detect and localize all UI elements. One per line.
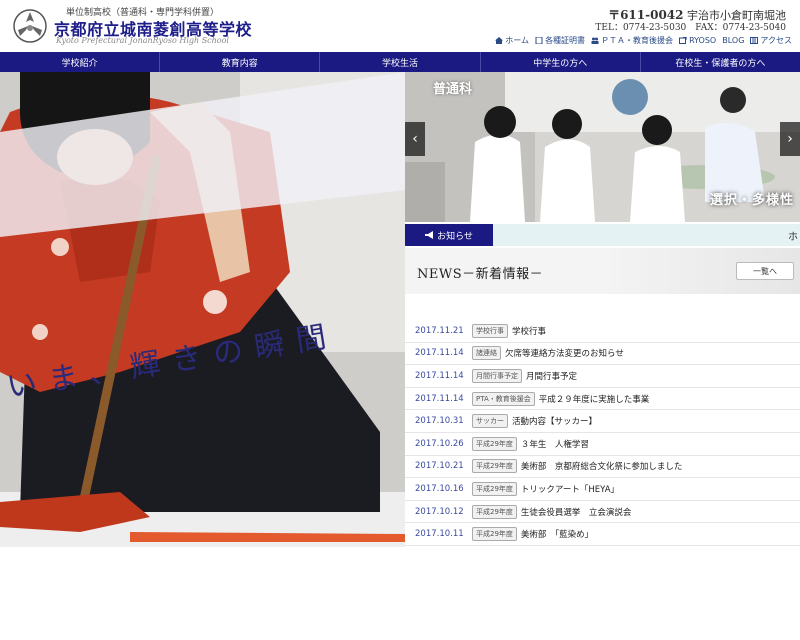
map-icon (750, 37, 759, 44)
news-link[interactable]: 美術部 京都府総合文化祭に参加しました (521, 460, 683, 472)
news-category-tag: 諸連絡 (472, 346, 501, 361)
news-date: 2017.10.21 (415, 461, 464, 472)
home-icon (495, 37, 504, 44)
news-item[interactable]: 2017.11.14 諸連絡 欠席等連絡方法変更のお知らせ (405, 343, 800, 366)
util-link-ryoso[interactable]: RYOSO (679, 35, 716, 46)
news-date: 2017.10.11 (415, 529, 464, 540)
news-category-tag: 平成29年度 (472, 459, 517, 474)
news-item[interactable]: 2017.10.12 平成29年度 生徒会役員選挙 立会演説会 (405, 501, 800, 524)
megaphone-icon (425, 231, 434, 239)
news-category-tag: 平成29年度 (472, 504, 517, 519)
news-category-tag: 月間行事予定 (472, 368, 522, 383)
news-date: 2017.11.21 (415, 325, 464, 336)
hero-image (0, 72, 405, 547)
news-date: 2017.10.16 (415, 483, 464, 494)
slideshow: 普通科 選択・多様性 ‹ › (405, 72, 800, 222)
news-item[interactable]: 2017.10.11 平成29年度 美術部 「藍染め」 (405, 523, 800, 546)
news-date: 2017.10.26 (415, 438, 464, 449)
news-link[interactable]: 学校行事 (512, 325, 546, 337)
news-title: NEWS－新着情報－ (417, 267, 544, 282)
util-link-pta[interactable]: ＰＴＡ・教育後援会 (591, 35, 673, 46)
news-header: NEWS－新着情報－ 一覧へ (405, 248, 800, 294)
news-category-tag: 学校行事 (472, 323, 508, 338)
utility-links: ホーム 各種証明書 ＰＴＡ・教育後援会 RYOSO BLOG アクセス (495, 35, 792, 46)
news-link[interactable]: トリックアート「HEYA」 (521, 483, 619, 495)
news-item[interactable]: 2017.11.14 PTA・教育後援会 平成２９年度に実施した事業 (405, 388, 800, 411)
news-date: 2017.10.31 (415, 416, 464, 427)
util-link-blog[interactable]: BLOG (722, 35, 744, 46)
news-link[interactable]: 月間行事予定 (526, 370, 577, 382)
slide-caption: 選択・多様性 (709, 193, 794, 208)
people-icon (591, 37, 599, 44)
news-category-tag: サッカー (472, 414, 508, 429)
nav-item-curriculum[interactable]: 教育内容 (160, 52, 321, 72)
news-date: 2017.11.14 (415, 393, 464, 404)
phone-fax: TEL：0774-23-5030 FAX：0774-23-5040 (595, 23, 786, 33)
notice-ticker[interactable]: ホ (788, 228, 798, 243)
nav-item-for-junior-high[interactable]: 中学生の方へ (481, 52, 641, 72)
news-link[interactable]: 欠席等連絡方法変更のお知らせ (505, 347, 624, 359)
news-list: 2017.11.21 学校行事 学校行事 2017.11.14 諸連絡 欠席等連… (405, 320, 800, 546)
slide-prev-button[interactable]: ‹ (405, 122, 425, 156)
news-item[interactable]: 2017.11.14 月間行事予定 月間行事予定 (405, 365, 800, 388)
nav-item-school-intro[interactable]: 学校紹介 (0, 52, 161, 72)
news-category-tag: 平成29年度 (472, 527, 517, 542)
news-link[interactable]: 生徒会役員選挙 立会演説会 (521, 506, 632, 518)
global-nav: 学校紹介 教育内容 学校生活 中学生の方へ 在校生・保護者の方へ (0, 52, 800, 72)
school-english-name: Kyoto Prefectural JonanRyoso High School (56, 36, 229, 45)
slide-next-button[interactable]: › (780, 122, 800, 156)
news-link[interactable]: ３年生 人権学習 (521, 438, 589, 450)
catchphrase-banner (0, 72, 405, 237)
news-list-button[interactable]: 一覧へ (736, 262, 794, 280)
news-link[interactable]: 活動内容【サッカー】 (512, 415, 597, 427)
util-link-access[interactable]: アクセス (750, 35, 792, 46)
news-date: 2017.11.14 (415, 370, 464, 381)
site-header: 単位制高校（普通科・専門学科併置） 京都府立城南菱創高等学校 Kyoto Pre… (0, 0, 800, 52)
news-category-tag: 平成29年度 (472, 481, 517, 496)
news-category-tag: 平成29年度 (472, 436, 517, 451)
news-item[interactable]: 2017.10.21 平成29年度 美術部 京都府総合文化祭に参加しました (405, 456, 800, 479)
school-logo[interactable] (12, 8, 48, 44)
news-item[interactable]: 2017.11.21 学校行事 学校行事 (405, 320, 800, 343)
external-link-icon (679, 37, 688, 44)
util-link-certificates[interactable]: 各種証明書 (535, 35, 585, 46)
util-link-home[interactable]: ホーム (495, 35, 529, 46)
news-link[interactable]: 平成２９年度に実施した事業 (539, 393, 650, 405)
news-category-tag: PTA・教育後援会 (472, 391, 535, 406)
slide-label: 普通科 (433, 82, 473, 97)
notice-bar: お知らせ ホ (405, 224, 800, 246)
news-date: 2017.10.12 (415, 506, 464, 517)
news-item[interactable]: 2017.10.31 サッカー 活動内容【サッカー】 (405, 410, 800, 433)
news-link[interactable]: 美術部 「藍染め」 (521, 528, 593, 540)
document-icon (535, 37, 543, 44)
notice-tab[interactable]: お知らせ (405, 224, 493, 246)
nav-item-school-life[interactable]: 学校生活 (320, 52, 481, 72)
news-date: 2017.11.14 (415, 348, 464, 359)
news-item[interactable]: 2017.10.16 平成29年度 トリックアート「HEYA」 (405, 478, 800, 501)
news-item[interactable]: 2017.10.26 平成29年度 ３年生 人権学習 (405, 433, 800, 456)
nav-item-for-students-parents[interactable]: 在校生・保護者の方へ (641, 52, 800, 72)
